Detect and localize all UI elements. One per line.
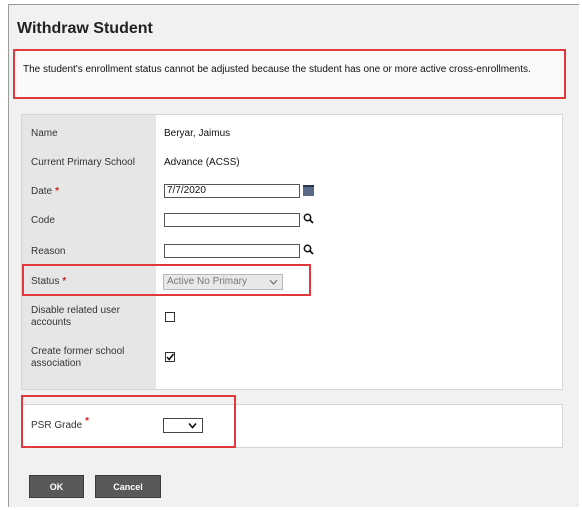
former-school-label: Create former school association [31, 346, 125, 369]
status-highlight-box [22, 264, 311, 296]
code-input[interactable] [164, 213, 300, 227]
primary-school-label: Current Primary School [31, 157, 135, 168]
disable-accounts-checkbox[interactable] [165, 312, 175, 322]
cancel-button[interactable]: Cancel [95, 475, 161, 498]
reason-label: Reason [31, 246, 66, 257]
name-label: Name [31, 128, 58, 139]
date-input[interactable]: 7/7/2020 [164, 184, 300, 198]
disable-accounts-label: Disable related user accounts [31, 305, 120, 328]
psr-highlight-box [21, 395, 236, 448]
dialog-title: Withdraw Student [17, 20, 153, 37]
ok-button[interactable]: OK [29, 475, 84, 498]
error-message-text: The student's enrollment status cannot b… [23, 64, 531, 75]
code-label: Code [31, 215, 55, 226]
code-magnifier-icon[interactable] [303, 213, 314, 224]
calendar-icon[interactable] [303, 185, 314, 196]
reason-magnifier-icon[interactable] [303, 244, 314, 255]
date-label-text: Date [31, 186, 53, 197]
date-label: Date * [31, 186, 59, 198]
name-value: Beryar, Jaimus [164, 128, 231, 139]
date-required-marker: * [55, 186, 60, 197]
primary-school-value: Advance (ACSS) [164, 157, 240, 168]
checkmark-icon [166, 353, 175, 361]
reason-input[interactable] [164, 244, 300, 258]
former-school-checkbox[interactable] [165, 352, 175, 362]
error-message-box: The student's enrollment status cannot b… [13, 49, 566, 99]
